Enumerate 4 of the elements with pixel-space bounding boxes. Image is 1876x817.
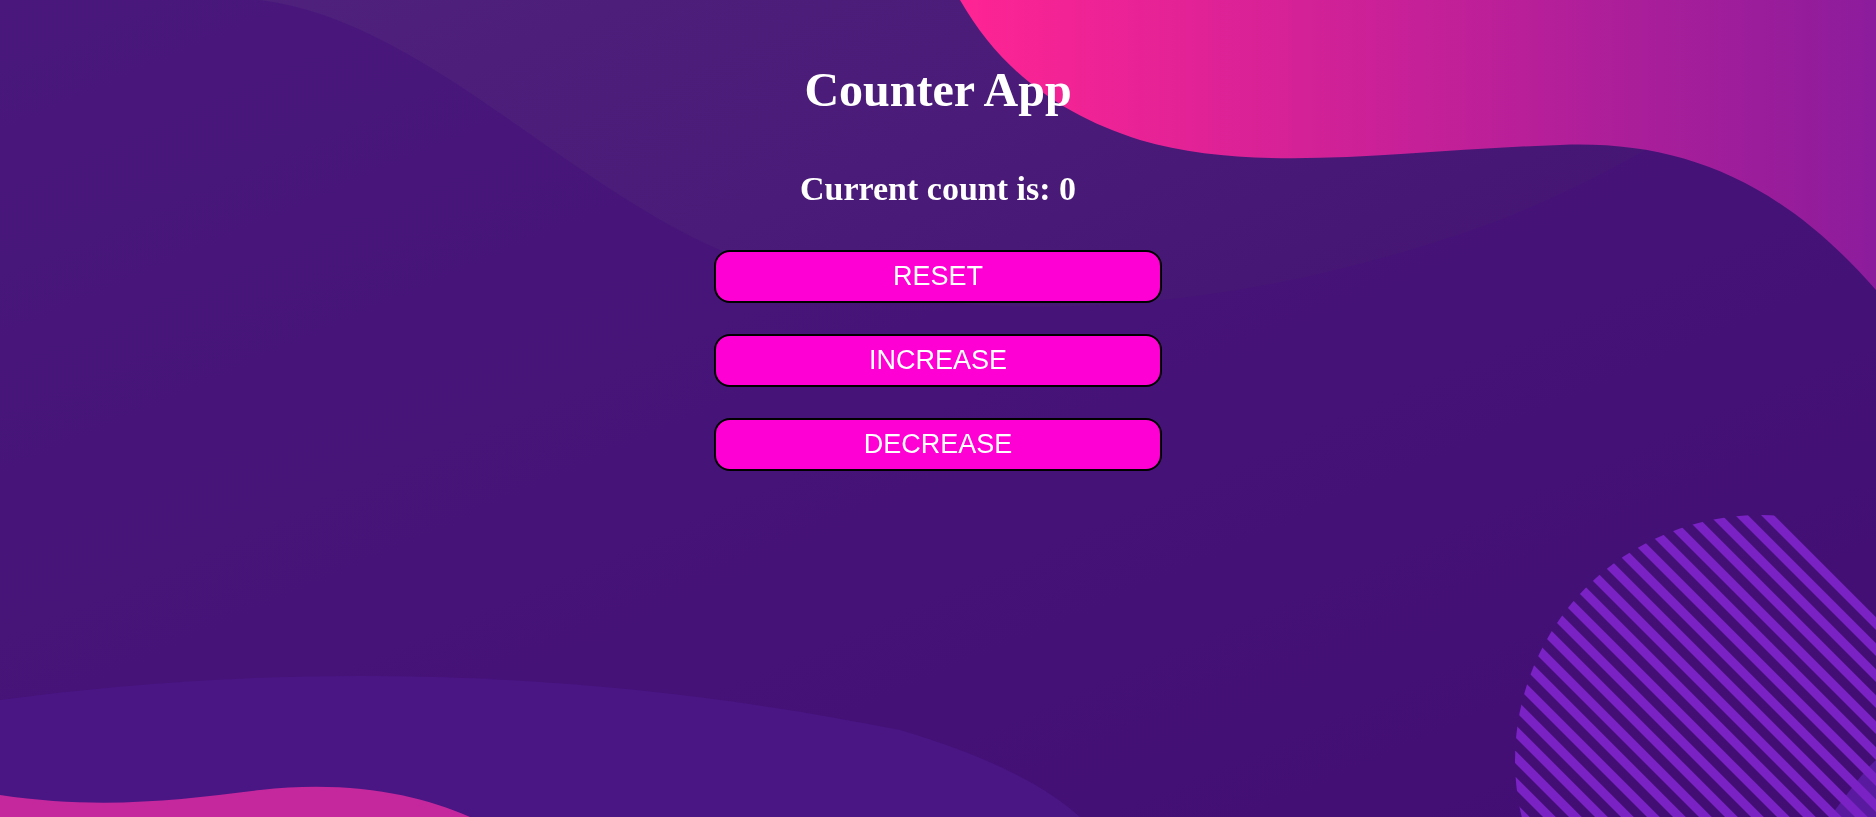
counter-button[interactable]: DECREASE (714, 418, 1162, 471)
count-text: Current count is: 0 (799, 169, 1077, 209)
counter-button[interactable]: RESET (714, 250, 1162, 303)
counter-button[interactable]: INCREASE (714, 334, 1162, 387)
